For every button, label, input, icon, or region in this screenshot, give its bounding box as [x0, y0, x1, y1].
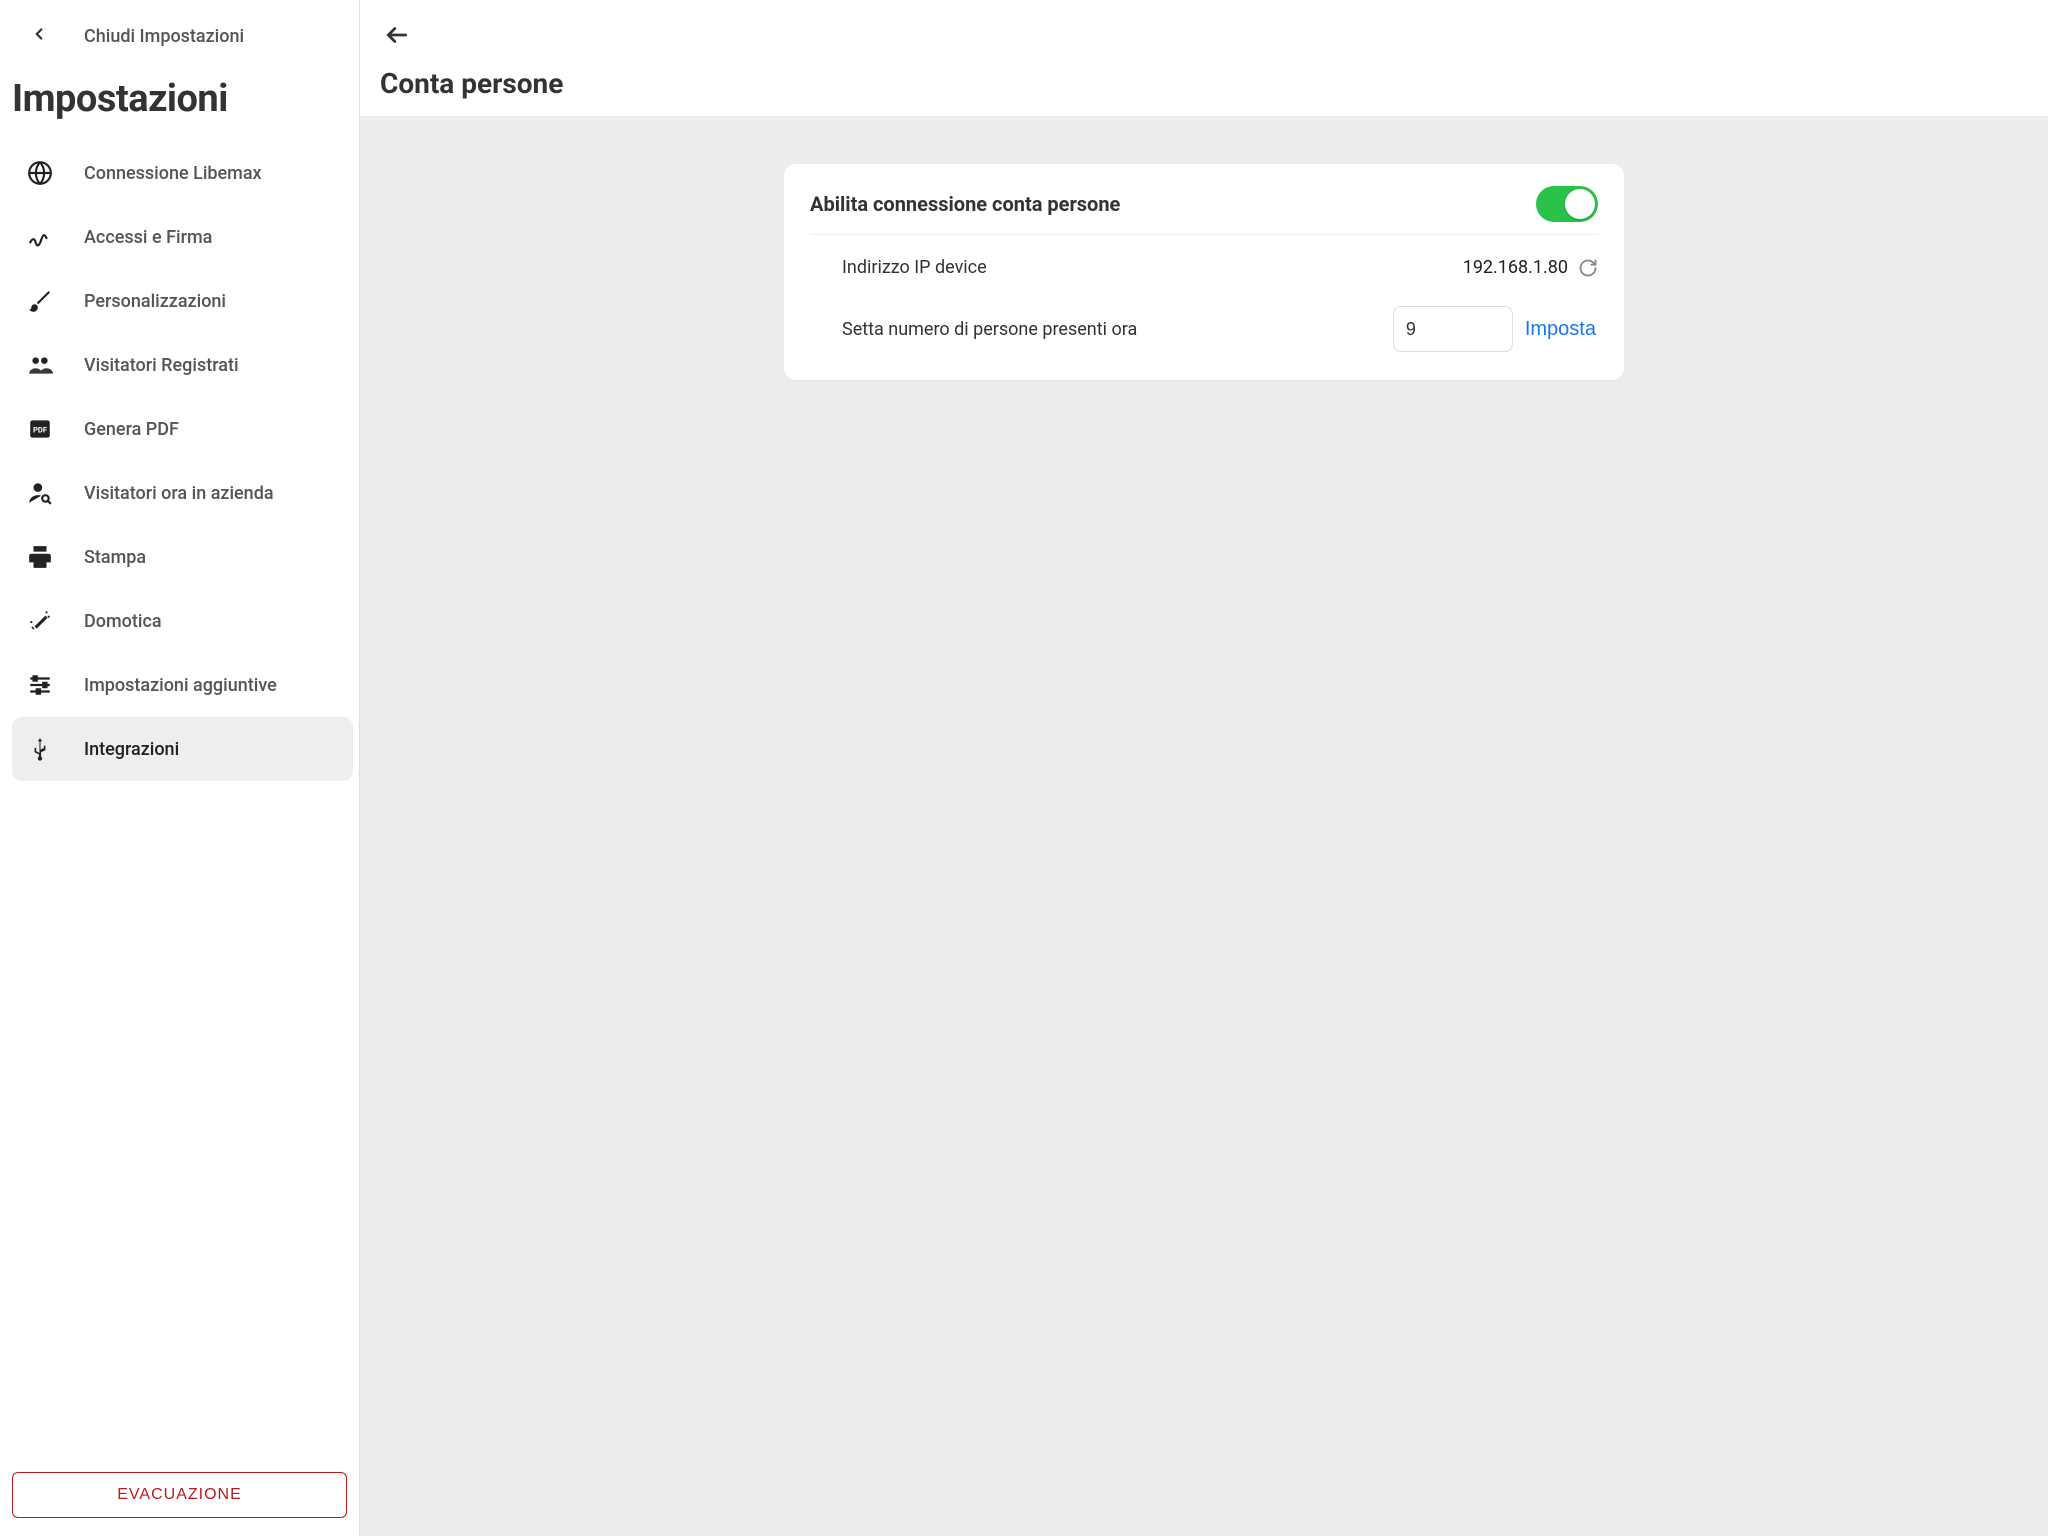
divider — [810, 234, 1598, 235]
evacuation-button[interactable]: EVACUAZIONE — [12, 1472, 347, 1518]
sidebar-title: Impostazioni — [0, 57, 359, 141]
sidebar-item-label: Visitatori ora in azienda — [84, 483, 274, 504]
sidebar-item-registered-visitors[interactable]: Visitatori Registrati — [12, 333, 353, 397]
sidebar-item-label: Genera PDF — [84, 419, 179, 440]
row-ip-address: Indirizzo IP device 192.168.1.80 — [810, 257, 1598, 278]
page-title: Conta persone — [380, 67, 2028, 100]
sidebar-item-connection[interactable]: Connessione Libemax — [12, 141, 353, 205]
sidebar-item-label: Personalizzazioni — [84, 291, 226, 312]
sidebar-item-label: Accessi e Firma — [84, 227, 212, 248]
printer-icon — [26, 543, 54, 571]
main-panel: Conta persone Abilita connessione conta … — [360, 0, 2048, 1536]
usb-icon — [26, 735, 54, 763]
ip-label: Indirizzo IP device — [842, 257, 987, 278]
wand-icon — [26, 607, 54, 635]
sidebar-item-label: Visitatori Registrati — [84, 355, 239, 376]
person-search-icon — [26, 479, 54, 507]
set-people-label: Setta numero di persone presenti ora — [842, 319, 1137, 340]
ip-value: 192.168.1.80 — [1463, 257, 1568, 278]
sliders-icon — [26, 671, 54, 699]
sidebar-item-label: Impostazioni aggiuntive — [84, 675, 277, 696]
sidebar-item-print[interactable]: Stampa — [12, 525, 353, 589]
sidebar-item-label: Domotica — [84, 611, 162, 632]
toggle-knob — [1565, 189, 1595, 219]
row-end: 192.168.1.80 — [1463, 257, 1598, 278]
enable-connection-toggle[interactable] — [1536, 186, 1598, 222]
card-header: Abilita connessione conta persone — [810, 186, 1598, 234]
sidebar-item-label: Connessione Libemax — [84, 163, 262, 184]
close-settings-button[interactable]: Chiudi Impostazioni — [0, 12, 359, 57]
sidebar-item-label: Stampa — [84, 547, 146, 568]
sidebar-item-additional-settings[interactable]: Impostazioni aggiuntive — [12, 653, 353, 717]
sidebar-nav: Connessione Libemax Accessi e Firma Pers… — [0, 141, 359, 781]
refresh-ip-button[interactable] — [1578, 258, 1598, 278]
back-arrow-button[interactable] — [380, 20, 414, 57]
sidebar-item-domotics[interactable]: Domotica — [12, 589, 353, 653]
settings-card: Abilita connessione conta persone Indiri… — [784, 164, 1624, 380]
people-count-input[interactable] — [1393, 306, 1513, 352]
pdf-icon: PDF — [26, 415, 54, 443]
sidebar-item-generate-pdf[interactable]: PDF Genera PDF — [12, 397, 353, 461]
card-title: Abilita connessione conta persone — [810, 192, 1120, 216]
close-settings-label: Chiudi Impostazioni — [84, 26, 244, 47]
signature-icon — [26, 223, 54, 251]
main-content: Abilita connessione conta persone Indiri… — [360, 116, 2048, 1536]
main-header: Conta persone — [360, 0, 2048, 116]
users-icon — [26, 351, 54, 379]
sidebar-item-customizations[interactable]: Personalizzazioni — [12, 269, 353, 333]
row-set-people: Setta numero di persone presenti ora Imp… — [810, 306, 1598, 352]
sidebar-item-visitors-now[interactable]: Visitatori ora in azienda — [12, 461, 353, 525]
sidebar: Chiudi Impostazioni Impostazioni Conness… — [0, 0, 360, 1536]
brush-icon — [26, 287, 54, 315]
row-end: Imposta — [1393, 306, 1598, 352]
spacer — [0, 781, 359, 1472]
sidebar-item-access-sign[interactable]: Accessi e Firma — [12, 205, 353, 269]
sidebar-item-label: Integrazioni — [84, 739, 179, 760]
svg-text:PDF: PDF — [33, 425, 47, 434]
set-button[interactable]: Imposta — [1523, 314, 1598, 345]
globe-icon — [26, 159, 54, 187]
sidebar-item-integrations[interactable]: Integrazioni — [12, 717, 353, 781]
chevron-left-icon — [30, 24, 48, 49]
